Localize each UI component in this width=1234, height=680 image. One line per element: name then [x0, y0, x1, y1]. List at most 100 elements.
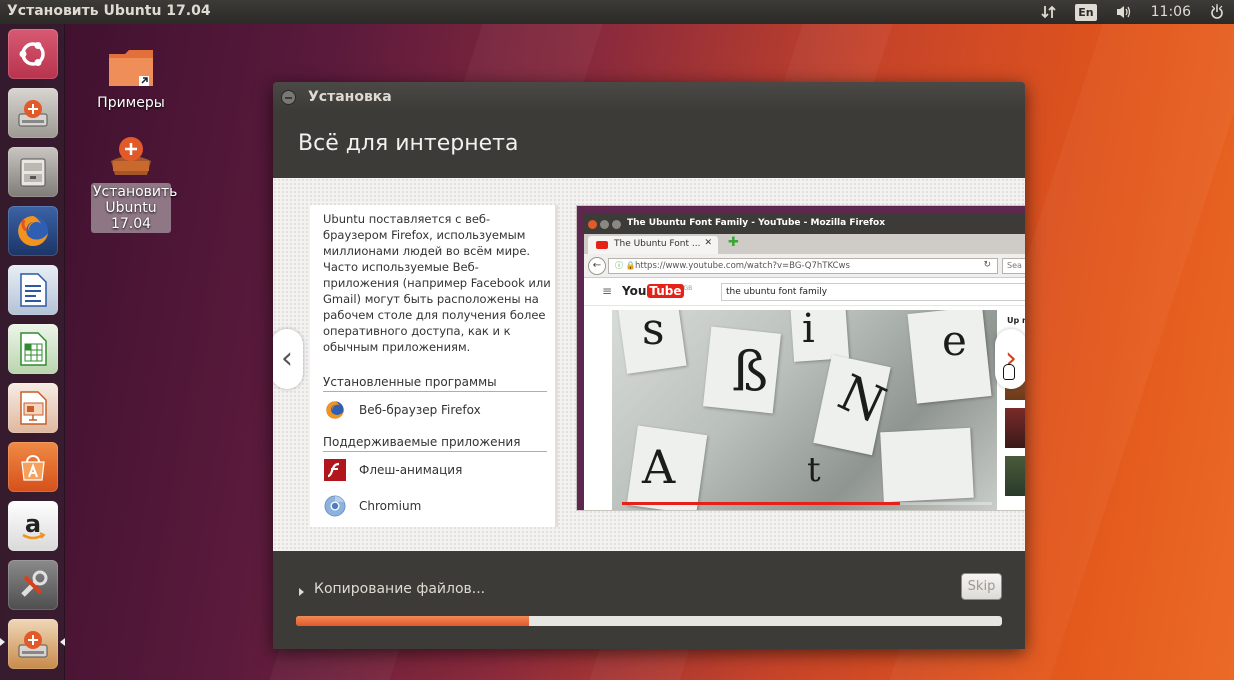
back-icon: ← — [588, 257, 606, 275]
install-status-text[interactable]: Копирование файлов... — [314, 581, 485, 597]
youtube-logo: You Tube GB — [622, 284, 693, 298]
installer-window: Установка Всё для интернета Ubuntu поста… — [273, 82, 1025, 649]
amazon-icon: a — [22, 510, 46, 540]
app-label: Chromium — [359, 499, 422, 513]
close-icon — [588, 220, 597, 229]
hand-cursor-icon — [1003, 364, 1015, 380]
firefox-icon — [323, 398, 347, 422]
video-card — [789, 310, 850, 362]
launcher-libreoffice-impress[interactable] — [8, 383, 58, 433]
launcher-system-settings[interactable] — [8, 560, 58, 610]
video-glyph: s — [642, 310, 665, 355]
installer-icon — [18, 631, 48, 658]
keyboard-layout-indicator[interactable]: En — [1075, 3, 1097, 21]
folder-icon — [109, 50, 153, 86]
software-center-icon — [21, 455, 45, 481]
launcher-libreoffice-writer[interactable] — [8, 265, 58, 315]
reload-icon: ↻ — [983, 260, 991, 270]
app-label: Флеш-анимация — [359, 463, 463, 477]
installed-app-firefox: Веб-браузер Firefox — [323, 397, 481, 423]
slide-next-button[interactable]: › — [995, 329, 1025, 389]
firefox-search-bar: Sea — [1002, 258, 1025, 274]
video-glyph: A — [642, 440, 676, 494]
launcher-focused-indicator — [60, 638, 65, 646]
expand-details-icon[interactable] — [299, 588, 304, 596]
launcher: a — [0, 24, 65, 680]
ubuntu-logo-icon — [19, 42, 45, 66]
suggested-video-thumbnail — [1005, 408, 1025, 448]
launcher-install-ubuntu[interactable] — [8, 88, 58, 138]
close-icon: ✕ — [704, 238, 712, 248]
settings-icon — [21, 570, 48, 597]
app-label: Веб-браузер Firefox — [359, 403, 481, 417]
tab-label: The Ubuntu Font ... — [614, 239, 701, 249]
search-text: Sea — [1007, 261, 1022, 270]
youtube-page: ≡ You Tube GB the ubuntu font family s ß i… — [584, 278, 1025, 510]
svg-text:a: a — [25, 510, 41, 538]
maximize-icon — [612, 220, 621, 229]
launcher-install-ubuntu-running[interactable] — [8, 619, 58, 669]
youtube-search-field: the ubuntu font family — [721, 283, 1025, 301]
launcher-ubuntu-dash[interactable] — [8, 29, 58, 79]
hamburger-menu-icon: ≡ — [602, 284, 613, 298]
firefox-titlebar: The Ubuntu Font Family - YouTube - Mozil… — [584, 214, 1025, 234]
slide-screenshot: The Ubuntu Font Family - YouTube - Mozil… — [576, 205, 1025, 511]
launcher-firefox[interactable] — [8, 206, 58, 256]
video-glyph: e — [942, 316, 967, 365]
keyboard-layout-badge: En — [1075, 3, 1097, 21]
active-window-title: Установить Ubuntu 17.04 — [7, 3, 211, 19]
impress-icon — [20, 391, 47, 425]
video-glyph: i — [802, 310, 815, 352]
install-progress-bar — [296, 616, 1002, 626]
launcher-files[interactable] — [8, 147, 58, 197]
desktop-icon-label: Установить Ubuntu 17.04 — [91, 183, 178, 233]
supported-app-flash: Флеш-анимация — [323, 457, 462, 483]
suggested-video-thumbnail — [1005, 456, 1025, 496]
youtube-favicon-icon — [596, 241, 608, 249]
slideshow: Ubuntu поставляется с веб-браузером Fire… — [273, 178, 1025, 551]
window-title: Установка — [308, 89, 392, 105]
youtube-header: ≡ You Tube GB the ubuntu font family — [584, 278, 1025, 306]
launcher-libreoffice-calc[interactable] — [8, 324, 58, 374]
firefox-tab: The Ubuntu Font ... ✕ — [588, 236, 718, 254]
writer-icon — [20, 273, 47, 307]
installer-icon — [111, 137, 151, 175]
launcher-ubuntu-software[interactable] — [8, 442, 58, 492]
desktop-icon-examples[interactable]: Примеры — [90, 46, 172, 112]
minimize-icon — [600, 220, 609, 229]
installed-programs-heading: Установленные программы — [323, 375, 547, 392]
url-text: https://www.youtube.com/watch?v=BG-Q7hTK… — [635, 261, 850, 271]
network-transfer-icon[interactable] — [1041, 4, 1057, 20]
volume-icon[interactable] — [1115, 4, 1133, 20]
firefox-icon — [18, 216, 48, 246]
skip-button[interactable]: Skip — [961, 573, 1002, 600]
firefox-tabbar: The Ubuntu Font ... ✕ ✚ — [584, 234, 1025, 254]
slide-text-card: Ubuntu поставляется с веб-браузером Fire… — [310, 205, 558, 527]
video-glyph: ß — [732, 340, 769, 403]
new-tab-icon: ✚ — [728, 235, 739, 250]
video-glyph: t — [807, 450, 821, 490]
lock-icon: ⓘ 🔒 — [615, 261, 636, 270]
minimize-icon[interactable] — [281, 90, 296, 105]
file-cabinet-icon — [20, 158, 46, 187]
chromium-icon — [323, 494, 347, 518]
supported-apps-heading: Поддерживаемые приложения — [323, 435, 547, 452]
desktop-icon-install-ubuntu[interactable]: Установить Ubuntu 17.04 — [90, 131, 178, 233]
install-progress-fill — [296, 616, 529, 626]
flash-icon — [323, 458, 347, 482]
firefox-url-bar: ⓘ 🔒 https://www.youtube.com/watch?v=BG-Q… — [608, 258, 998, 274]
window-titlebar[interactable]: Установка — [273, 82, 1025, 112]
clock[interactable]: 11:06 — [1151, 4, 1191, 20]
chevron-left-icon: ‹ — [281, 341, 293, 376]
slide-heading: Всё для интернета — [298, 131, 519, 156]
power-icon[interactable] — [1209, 4, 1225, 20]
calc-icon — [20, 332, 47, 366]
desktop-icon-label: Примеры — [97, 95, 165, 111]
firefox-window-title: The Ubuntu Font Family - YouTube - Mozil… — [627, 218, 886, 228]
launcher-amazon[interactable]: a — [8, 501, 58, 551]
up-next-label: Up n — [1007, 316, 1025, 325]
top-panel: Установить Ubuntu 17.04 En 11:06 — [0, 0, 1234, 24]
launcher-running-indicator — [0, 638, 5, 646]
slide-prev-button[interactable]: ‹ — [273, 329, 303, 389]
slide-description: Ubuntu поставляется с веб-браузером Fire… — [323, 212, 551, 354]
